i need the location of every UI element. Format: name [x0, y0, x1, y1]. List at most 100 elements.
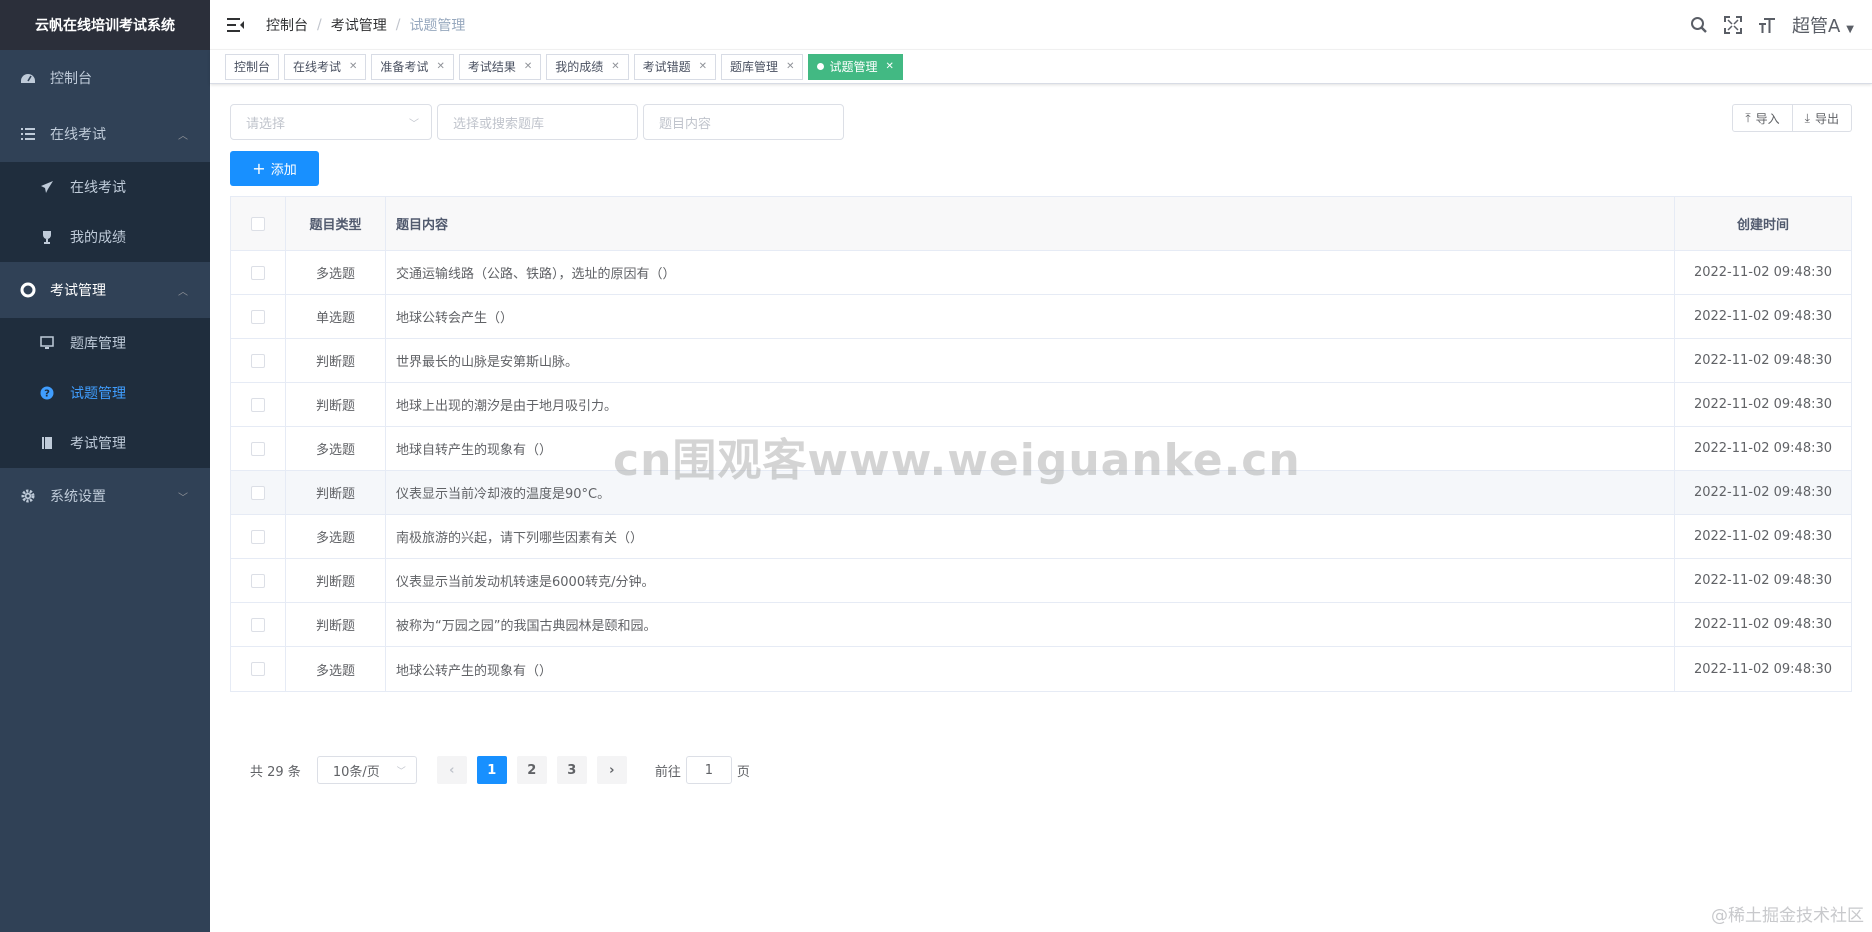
table-row[interactable]: 判断题 仪表显示当前冷却液的温度是90°C。 2022-11-02 09:48:30 [231, 471, 1851, 515]
close-icon[interactable]: ✕ [524, 61, 532, 72]
prev-page-button[interactable]: ‹ [436, 756, 467, 784]
filter-bar: 请选择 ﹀ 选择或搜索题库 题目内容 ⤒ 导入 ⤓ 导出 [230, 104, 1852, 140]
sidebar-item-bank-management[interactable]: 题库管理 [0, 318, 210, 368]
row-checkbox[interactable] [251, 662, 265, 676]
table-row[interactable]: 判断题 被称为“万园之园”的我国古典园林是颐和园。 2022-11-02 09:48… [231, 603, 1851, 647]
table-row[interactable]: 判断题 世界最长的山脉是安第斯山脉。 2022-11-02 09:48:30 [231, 339, 1851, 383]
tag-wrong-questions[interactable]: 考试错题 ✕ [633, 53, 717, 80]
breadcrumb-item: 试题管理 [409, 17, 466, 34]
sidebar-item-system-settings[interactable]: 系统设置 ﹀ [0, 468, 210, 524]
cell-content: 地球上出现的潮汐是由于地月吸引力。 [386, 383, 1675, 426]
tag-bank-management[interactable]: 题库管理 ✕ [721, 53, 804, 80]
table-row[interactable]: 判断题 仪表显示当前发动机转速是6000转克/分钟。 2022-11-02 09:4… [231, 559, 1851, 603]
svg-text:?: ? [44, 389, 50, 400]
table-row[interactable]: 判断题 地球上出现的潮汐是由于地月吸引力。 2022-11-02 09:48:30 [231, 383, 1851, 427]
cell-content: 世界最长的山脉是安第斯山脉。 [386, 339, 1675, 382]
sidebar-item-question-management[interactable]: ? 试题管理 [0, 368, 210, 418]
navbar-tools: 超管A ▼ [1676, 0, 1854, 50]
chevron-down-icon: ﹀ [396, 766, 406, 777]
close-icon[interactable]: ✕ [786, 61, 794, 72]
tag-exam-result[interactable]: 考试结果 ✕ [458, 53, 542, 80]
close-icon[interactable]: ✕ [885, 61, 893, 72]
main-area: 控制台 / 考试管理 / 试题管理 超管A ▼ 控制台 在线考试 ✕ 准备考试 ✕ [210, 0, 1872, 932]
sidebar-item-exam-management[interactable]: 考试管理 ︿ [0, 262, 210, 318]
tag-prepare-exam[interactable]: 准备考试 ✕ [371, 53, 454, 80]
row-checkbox[interactable] [251, 397, 265, 412]
page-button[interactable]: 3 [556, 756, 587, 784]
sidebar-item-online-exam[interactable]: 在线考试 ︿ [0, 106, 210, 162]
table-row[interactable]: 多选题 交通运输线路（公路、铁路），选址的原因有（） 2022-11-02 09:4… [231, 251, 1851, 295]
row-checkbox[interactable] [251, 265, 265, 280]
sub-menu-exam-management: 题库管理 ? 试题管理 考试管理 [0, 318, 210, 468]
cell-type: 判断题 [286, 559, 386, 602]
font-size-icon[interactable] [1756, 14, 1778, 36]
tag-label: 试题管理 [829, 60, 878, 74]
fullscreen-icon[interactable] [1722, 14, 1744, 36]
tag-dashboard[interactable]: 控制台 [225, 53, 280, 80]
breadcrumb-item[interactable]: 控制台 [266, 15, 308, 35]
monitor-icon [40, 336, 54, 350]
chevron-up-icon: ︿ [178, 286, 188, 298]
import-button[interactable]: ⤒ 导入 [1732, 104, 1793, 132]
row-checkbox[interactable] [251, 485, 265, 500]
pagination-total: 共 29 条 [250, 764, 301, 780]
question-circle-icon: ? [40, 386, 54, 400]
hamburger-icon[interactable] [226, 15, 246, 35]
table-row[interactable]: 单选题 地球公转会产生（） 2022-11-02 09:48:30 [231, 295, 1851, 339]
tag-online-exam[interactable]: 在线考试 ✕ [284, 53, 367, 80]
select-placeholder: 请选择 [246, 116, 286, 132]
tag-question-management[interactable]: 试题管理 ✕ [808, 53, 903, 80]
close-icon[interactable]: ✕ [349, 61, 357, 72]
sidebar-item-dashboard[interactable]: 控制台 [0, 50, 210, 106]
app-title: 云帆在线培训考试系统 [0, 0, 210, 50]
table-row[interactable]: 多选题 地球公转产生的现象有（） 2022-11-02 09:48:30 [231, 647, 1851, 691]
cell-content: 南极旅游的兴起，请下列哪些因素有关（） [386, 515, 1675, 558]
cell-time: 2022-11-02 09:48:30 [1693, 441, 1833, 456]
page-button[interactable]: 1 [476, 756, 507, 784]
tag-my-scores[interactable]: 我的成绩 ✕ [546, 53, 629, 80]
cell-content: 地球公转产生的现象有（） [386, 647, 1675, 691]
close-icon[interactable]: ✕ [436, 61, 444, 72]
breadcrumb-item[interactable]: 考试管理 [331, 15, 387, 35]
user-menu[interactable]: 超管A ▼ [1792, 12, 1854, 38]
sidebar-item-label: 考试管理 [50, 283, 106, 299]
question-content-input[interactable]: 题目内容 [643, 104, 844, 140]
row-checkbox[interactable] [251, 529, 265, 544]
row-checkbox[interactable] [251, 441, 265, 456]
sidebar-item-exam-admin[interactable]: 考试管理 [0, 418, 210, 468]
cell-time: 2022-11-02 09:48:30 [1693, 661, 1833, 677]
cell-time: 2022-11-02 09:48:30 [1693, 397, 1833, 412]
cell-type: 多选题 [286, 251, 386, 294]
row-checkbox[interactable] [251, 353, 265, 368]
export-button[interactable]: ⤓ 导出 [1792, 104, 1852, 132]
next-page-button[interactable]: › [596, 756, 627, 784]
select-all-checkbox[interactable] [251, 216, 265, 231]
cell-time: 2022-11-02 09:48:30 [1693, 529, 1833, 544]
pagination: 共 29 条 10条/页 ﹀ ‹ 1 2 3 › 前往 1 页 [230, 756, 1852, 784]
sidebar-item-take-exam[interactable]: 在线考试 [0, 162, 210, 212]
column-header-content: 题目内容 [386, 197, 1675, 250]
paper-plane-icon [40, 180, 54, 194]
cell-content: 地球公转会产生（） [386, 295, 1675, 338]
close-icon[interactable]: ✕ [699, 61, 707, 72]
sidebar-item-my-scores[interactable]: 我的成绩 [0, 212, 210, 262]
cell-time: 2022-11-02 09:48:30 [1693, 309, 1833, 324]
cell-content: 交通运输线路（公路、铁路），选址的原因有（） [386, 251, 1675, 294]
cell-type: 判断题 [286, 383, 386, 426]
tag-label: 准备考试 [380, 60, 429, 74]
row-checkbox[interactable] [251, 573, 265, 588]
cell-type: 单选题 [286, 295, 386, 338]
table-row[interactable]: 多选题 南极旅游的兴起，请下列哪些因素有关（） 2022-11-02 09:48:3… [231, 515, 1851, 559]
table-row[interactable]: 多选题 地球自转产生的现象有（） 2022-11-02 09:48:30 [231, 427, 1851, 471]
add-button[interactable]: + 添加 [230, 151, 319, 186]
search-icon[interactable] [1688, 14, 1710, 36]
question-bank-input[interactable]: 选择或搜索题库 [437, 104, 638, 140]
row-checkbox[interactable] [251, 617, 265, 632]
close-icon[interactable]: ✕ [611, 61, 619, 72]
goto-page-input[interactable]: 1 [685, 756, 732, 784]
row-checkbox[interactable] [251, 309, 265, 324]
tag-label: 在线考试 [293, 60, 342, 74]
page-button[interactable]: 2 [516, 756, 547, 784]
page-size-select[interactable]: 10条/页 ﹀ [316, 756, 417, 784]
question-type-select[interactable]: 请选择 ﹀ [230, 104, 432, 140]
